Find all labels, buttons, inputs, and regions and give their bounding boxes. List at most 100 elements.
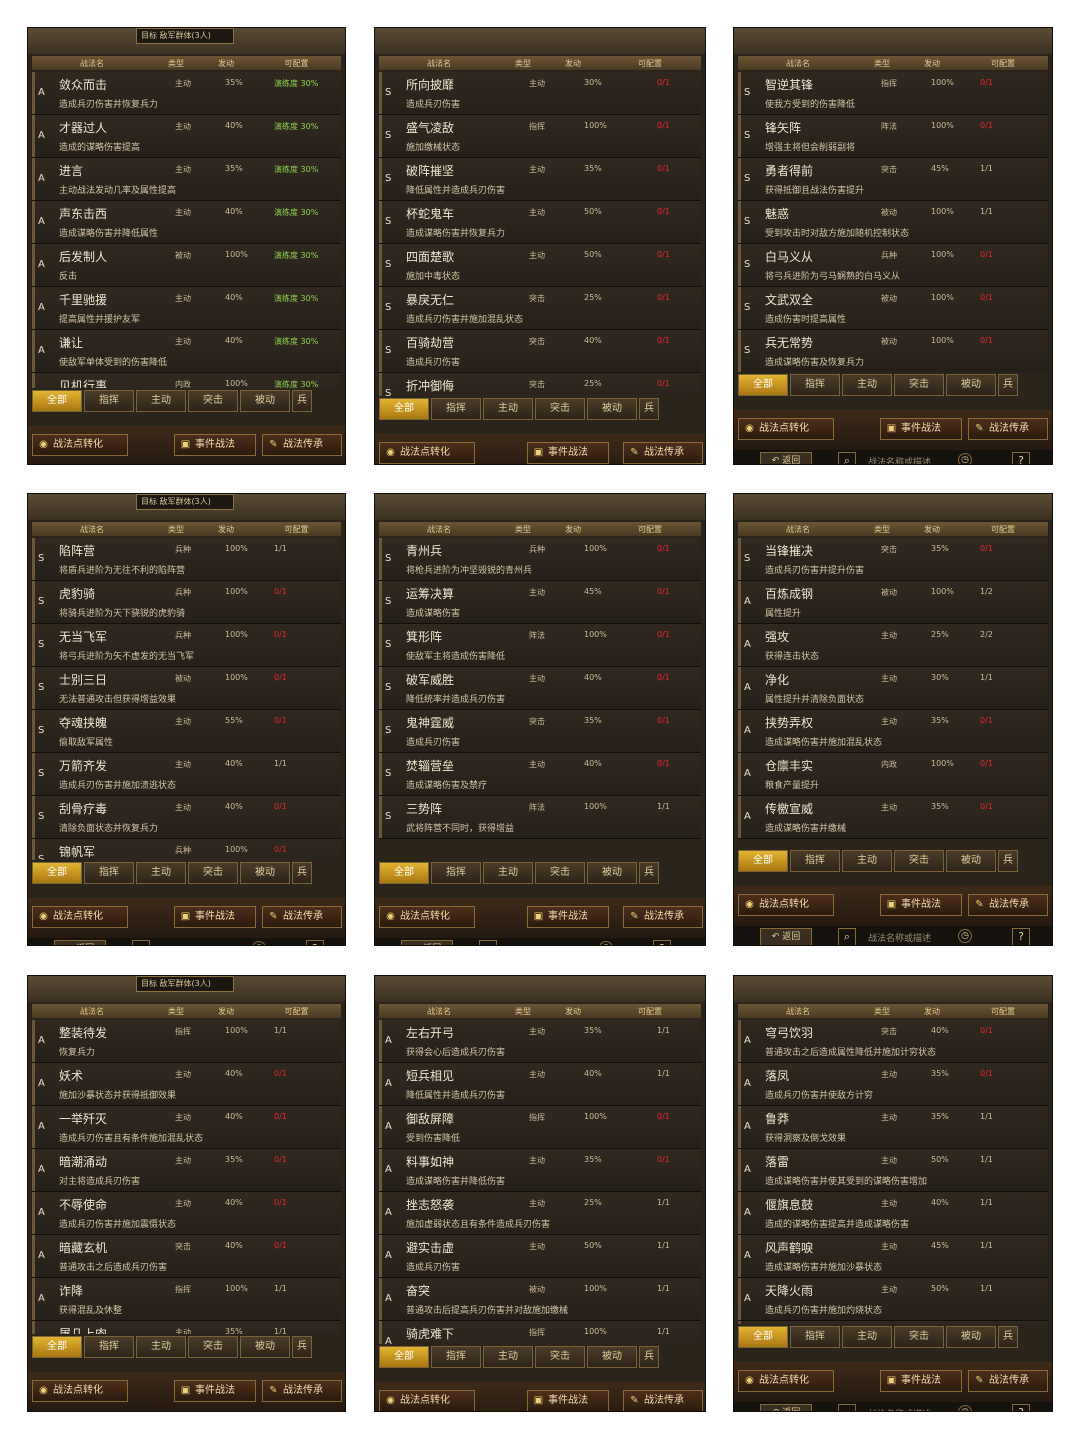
skill-row[interactable]: S 虎豹骑 兵种 100% 0/1 将骑兵进阶为天下骁锐的虎豹骑 (32, 581, 341, 624)
skill-row[interactable]: S 破军威胜 主动 40% 0/1 降低统率并造成兵刃伤害 (379, 667, 701, 710)
skill-row[interactable]: A 千里驰援 主动 40% 演练度 30% 提高属性并援护友军 (32, 287, 341, 330)
convert-button[interactable]: ◉ 战法点转化 (738, 1370, 834, 1392)
clock-icon[interactable]: ◷ (958, 929, 972, 943)
skill-row[interactable]: S 文武双全 被动 100% 0/1 造成伤害时提高属性 (738, 287, 1048, 330)
skill-list[interactable]: S 青州兵 兵种 100% 0/1 将枪兵进阶为冲坚毁锐的青州兵 S 运筹决算 主动 45% 0/1… (379, 538, 701, 860)
convert-button[interactable]: ◉ 战法点转化 (738, 418, 834, 440)
skill-row[interactable]: S 兵无常势 被动 100% 0/1 造成谋略伤害及恢复兵力 (738, 330, 1048, 372)
skill-row[interactable]: A 鲁莽 主动 35% 1/1 获得洞察及倒戈效果 (738, 1106, 1048, 1149)
tab-0[interactable]: 全部 (738, 850, 788, 872)
inherit-button[interactable]: ✎ 战法传承 (623, 442, 703, 464)
tab-3[interactable]: 突击 (188, 1336, 238, 1358)
tab-0[interactable]: 全部 (738, 374, 788, 396)
skill-list[interactable]: S 智逆其锋 指挥 100% 0/1 使我方受到的伤害降低 S 锋矢阵 阵法 100% 0/1 增强主… (738, 72, 1048, 372)
skill-row[interactable]: S 陷阵营 兵种 100% 1/1 将盾兵进阶为无往不利的陷阵营 (32, 538, 341, 581)
event-skill-button[interactable]: ▣ 事件战法 (880, 894, 962, 916)
skill-row[interactable]: S 无当飞军 兵种 100% 0/1 将弓兵进阶为矢不虚发的无当飞军 (32, 624, 341, 667)
tab-2[interactable]: 主动 (842, 1326, 892, 1348)
skill-row[interactable]: S 士别三日 被动 100% 0/1 无法普通攻击但获得增益效果 (32, 667, 341, 710)
skill-row[interactable]: S 盛气凌敌 指挥 100% 0/1 施加缴械状态 (379, 115, 701, 158)
search-input[interactable]: 战法名称或描述 (162, 943, 225, 945)
tab-2[interactable]: 主动 (136, 390, 186, 412)
skill-row[interactable]: S 魅惑 被动 100% 1/1 受到攻击时对敌方施加随机控制状态 (738, 201, 1048, 244)
event-skill-button[interactable]: ▣ 事件战法 (174, 906, 256, 928)
skill-row[interactable]: S 焚辎营垒 主动 40% 0/1 造成谋略伤害及禁疗 (379, 753, 701, 796)
skill-row[interactable]: S 鬼神霆威 突击 35% 0/1 造成兵刃伤害 (379, 710, 701, 753)
skill-row[interactable]: S 夺魂挟魄 主动 55% 0/1 偷取敌军属性 (32, 710, 341, 753)
help-button[interactable]: ? (1012, 928, 1030, 945)
clock-icon[interactable]: ◷ (958, 453, 972, 464)
skill-list[interactable]: A 左右开弓 主动 35% 1/1 获得会心后造成兵刃伤害 A 短兵相见 主动 40% 1/1 降低属… (379, 1020, 701, 1344)
tab-4[interactable]: 被动 (587, 862, 637, 884)
tab-4[interactable]: 被动 (240, 862, 290, 884)
inherit-button[interactable]: ✎ 战法传承 (262, 906, 342, 928)
event-skill-button[interactable]: ▣ 事件战法 (174, 1380, 256, 1402)
tab-5[interactable]: 兵 (639, 1346, 659, 1368)
inherit-button[interactable]: ✎ 战法传承 (623, 906, 703, 928)
skill-list[interactable]: A 穹弓饮羽 突击 40% 0/1 普通攻击之后造成属性降低并施加计穷状态 A 落凤 主动 35%… (738, 1020, 1048, 1324)
tab-5[interactable]: 兵 (292, 862, 312, 884)
inherit-button[interactable]: ✎ 战法传承 (262, 1380, 342, 1402)
tab-2[interactable]: 主动 (483, 1346, 533, 1368)
skill-row[interactable]: A 传檄宣威 主动 35% 0/1 造成谋略伤害并缴械 (738, 796, 1048, 839)
tab-2[interactable]: 主动 (483, 398, 533, 420)
help-button[interactable]: ? (653, 940, 671, 945)
skill-list[interactable]: S 所向披靡 主动 30% 0/1 造成兵刃伤害 S 盛气凌敌 指挥 100% 0/1 施加缴械状态 S… (379, 72, 701, 396)
skill-row[interactable]: A 挫志怒袭 主动 25% 1/1 施加虚弱状态且有条件造成兵刃伤害 (379, 1192, 701, 1235)
skill-row[interactable]: A 净化 主动 30% 1/1 属性提升并清除负面状态 (738, 667, 1048, 710)
skill-row[interactable]: A 强攻 主动 25% 2/2 获得连击状态 (738, 624, 1048, 667)
tab-4[interactable]: 被动 (946, 374, 996, 396)
skill-row[interactable]: A 一举歼灭 主动 40% 0/1 造成兵刃伤害且有条件施加混乱状态 (32, 1106, 341, 1149)
tab-2[interactable]: 主动 (136, 1336, 186, 1358)
search-input[interactable]: 战法名称或描述 (868, 455, 931, 464)
search-input[interactable]: 战法名称或描述 (509, 943, 572, 945)
skill-row[interactable]: S 青州兵 兵种 100% 0/1 将枪兵进阶为冲坚毁锐的青州兵 (379, 538, 701, 581)
tab-4[interactable]: 被动 (240, 390, 290, 412)
tab-2[interactable]: 主动 (136, 862, 186, 884)
tab-3[interactable]: 突击 (535, 862, 585, 884)
tab-3[interactable]: 突击 (894, 850, 944, 872)
skill-row[interactable]: S 当锋摧决 突击 35% 0/1 造成兵刃伤害并提升伤害 (738, 538, 1048, 581)
skill-row[interactable]: A 偃旗息鼓 主动 40% 1/1 造成的谋略伤害提高并造成谋略伤害 (738, 1192, 1048, 1235)
skill-row[interactable]: A 整装待发 指挥 100% 1/1 恢复兵力 (32, 1020, 341, 1063)
skill-row[interactable]: A 落凤 主动 35% 0/1 造成兵刃伤害并使敌方计穷 (738, 1063, 1048, 1106)
tab-5[interactable]: 兵 (639, 398, 659, 420)
skill-row[interactable]: A 敛众而击 主动 35% 演练度 30% 造成兵刃伤害并恢复兵力 (32, 72, 341, 115)
skill-row[interactable]: A 避实击虚 主动 50% 1/1 造成兵刃伤害 (379, 1235, 701, 1278)
skill-row[interactable]: S 三势阵 阵法 100% 1/1 武将阵营不同时，获得增益 (379, 796, 701, 839)
tab-1[interactable]: 指挥 (790, 850, 840, 872)
skill-row[interactable]: A 穹弓饮羽 突击 40% 0/1 普通攻击之后造成属性降低并施加计穷状态 (738, 1020, 1048, 1063)
skill-row[interactable]: S 折冲御侮 突击 25% 0/1 (379, 373, 701, 396)
search-icon[interactable]: ⌕ (838, 452, 856, 464)
convert-button[interactable]: ◉ 战法点转化 (379, 906, 475, 928)
tab-2[interactable]: 主动 (483, 862, 533, 884)
clock-icon[interactable]: ◷ (958, 1405, 972, 1411)
tab-5[interactable]: 兵 (292, 1336, 312, 1358)
search-input[interactable]: 战法名称或描述 (868, 931, 931, 944)
tab-5[interactable]: 兵 (998, 850, 1018, 872)
back-button[interactable]: ↶ 返回 (401, 940, 453, 945)
tab-2[interactable]: 主动 (842, 374, 892, 396)
skill-row[interactable]: A 暗藏玄机 突击 40% 0/1 普通攻击之后造成兵刃伤害 (32, 1235, 341, 1278)
tab-0[interactable]: 全部 (379, 1346, 429, 1368)
convert-button[interactable]: ◉ 战法点转化 (32, 434, 128, 456)
skill-list[interactable]: A 敛众而击 主动 35% 演练度 30% 造成兵刃伤害并恢复兵力 A 才器过人 主动 40% 演练… (32, 72, 341, 388)
tab-3[interactable]: 突击 (535, 398, 585, 420)
tab-4[interactable]: 被动 (587, 398, 637, 420)
tab-1[interactable]: 指挥 (431, 862, 481, 884)
skill-row[interactable]: S 所向披靡 主动 30% 0/1 造成兵刃伤害 (379, 72, 701, 115)
convert-button[interactable]: ◉ 战法点转化 (738, 894, 834, 916)
skill-row[interactable]: A见机行事内政100%演练度 30% (32, 373, 341, 388)
convert-button[interactable]: ◉ 战法点转化 (379, 1390, 475, 1411)
inherit-button[interactable]: ✎ 战法传承 (623, 1390, 703, 1411)
tab-4[interactable]: 被动 (946, 1326, 996, 1348)
tab-1[interactable]: 指挥 (431, 398, 481, 420)
tab-5[interactable]: 兵 (998, 1326, 1018, 1348)
back-button[interactable]: ↶ 返回 (54, 940, 106, 945)
skill-row[interactable]: S 刮骨疗毒 主动 40% 0/1 清除负面状态并恢复兵力 (32, 796, 341, 839)
tab-4[interactable]: 被动 (587, 1346, 637, 1368)
skill-row[interactable]: A 奋突 被动 100% 1/1 普通攻击后提高兵刃伤害并对敌施加缴械 (379, 1278, 701, 1321)
help-button[interactable]: ? (306, 940, 324, 945)
search-icon[interactable]: ⌕ (479, 940, 497, 945)
skill-row[interactable]: A 才器过人 主动 40% 演练度 30% 造成的谋略伤害提高 (32, 115, 341, 158)
